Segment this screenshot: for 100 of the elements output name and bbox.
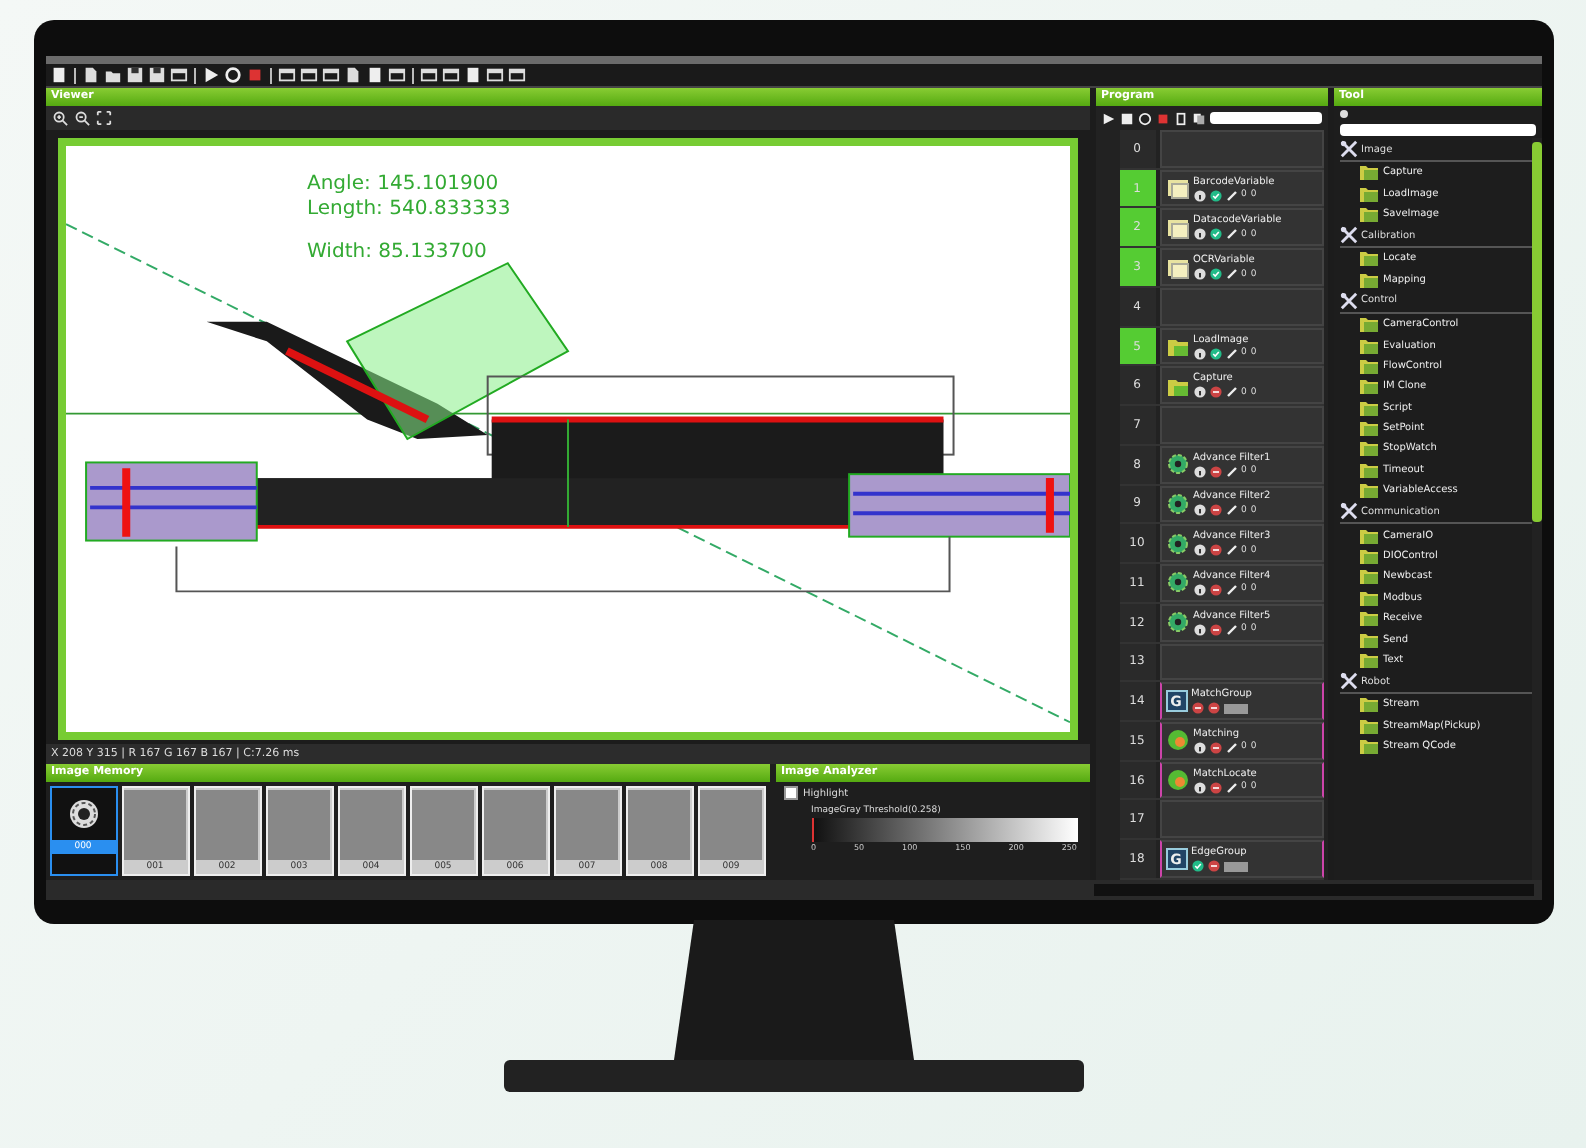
folder-icon[interactable] [1359, 589, 1377, 606]
pencil-icon[interactable] [1225, 347, 1237, 360]
info-icon[interactable] [1193, 465, 1205, 478]
pencil-icon[interactable] [1225, 386, 1237, 399]
pencil-icon[interactable] [1225, 189, 1237, 202]
info-icon[interactable] [1193, 386, 1205, 399]
page-icon[interactable] [365, 66, 383, 84]
folder-icon[interactable] [1359, 717, 1377, 734]
pencil-icon[interactable] [1225, 504, 1237, 517]
circle-icon[interactable] [1137, 111, 1151, 125]
info-icon[interactable] [1193, 583, 1205, 596]
window-icon[interactable] [321, 66, 339, 84]
group-button[interactable] [1223, 861, 1247, 872]
folder-icon[interactable] [1359, 548, 1377, 565]
folder-icon[interactable] [1359, 631, 1377, 648]
check-icon[interactable] [1209, 347, 1221, 360]
folder-icon[interactable] [1359, 357, 1377, 374]
minus-icon[interactable] [1209, 623, 1221, 636]
window-icon[interactable] [387, 66, 405, 84]
gear-icon[interactable] [1165, 610, 1189, 635]
pencil-icon[interactable] [1225, 268, 1237, 281]
play-icon[interactable] [1101, 111, 1115, 125]
search-field[interactable] [1339, 124, 1535, 136]
folder-icon[interactable] [1359, 164, 1377, 181]
window-icon[interactable] [441, 66, 459, 84]
check-icon[interactable] [1191, 860, 1203, 873]
save-icon[interactable] [125, 66, 143, 84]
info-icon[interactable] [1193, 504, 1205, 517]
info-icon[interactable] [1193, 781, 1205, 794]
gear-icon[interactable] [1165, 491, 1189, 516]
info-icon[interactable] [1193, 741, 1205, 754]
tools-icon[interactable] [1339, 226, 1357, 245]
gear-icon[interactable] [1165, 452, 1189, 477]
gear-icon[interactable] [1165, 531, 1189, 556]
folder-icon[interactable] [1359, 378, 1377, 395]
folder-icon[interactable] [1359, 652, 1377, 668]
folder-icon[interactable] [1359, 610, 1377, 627]
pencil-icon[interactable] [1225, 544, 1237, 557]
scrollbar[interactable] [1531, 138, 1541, 880]
minus-icon[interactable] [1209, 465, 1221, 478]
pencil-icon[interactable] [1225, 623, 1237, 636]
minus-icon[interactable] [1209, 544, 1221, 557]
window-icon[interactable] [419, 66, 437, 84]
folder-icon[interactable] [1359, 337, 1377, 354]
folder-icon[interactable] [1359, 271, 1377, 288]
minus-icon[interactable] [1207, 702, 1219, 715]
minus-icon[interactable] [1207, 860, 1219, 873]
check-icon[interactable] [1209, 189, 1221, 202]
folder-icon[interactable] [1359, 568, 1377, 585]
minus-icon[interactable] [1209, 583, 1221, 596]
folder-icon[interactable] [1359, 696, 1377, 713]
copy-icon[interactable] [1191, 111, 1205, 125]
search-field[interactable] [1209, 112, 1321, 124]
info-icon[interactable] [1193, 623, 1205, 636]
note-icon[interactable] [1165, 255, 1189, 280]
minus-icon[interactable] [1191, 702, 1203, 715]
folder-icon[interactable] [1359, 250, 1377, 267]
folder-icon[interactable] [1359, 420, 1377, 437]
page-icon[interactable] [1173, 111, 1187, 125]
check-icon[interactable] [1209, 268, 1221, 281]
info-icon[interactable] [1193, 268, 1205, 281]
page-icon[interactable] [49, 66, 67, 84]
page-icon[interactable] [463, 66, 481, 84]
minus-icon[interactable] [1209, 781, 1221, 794]
pencil-icon[interactable] [1225, 465, 1237, 478]
minus-icon[interactable] [1209, 741, 1221, 754]
pencil-icon[interactable] [1225, 781, 1237, 794]
window-icon[interactable] [299, 66, 317, 84]
window-icon[interactable] [277, 66, 295, 84]
note-icon[interactable] [1165, 176, 1189, 201]
folder-icon[interactable] [1359, 461, 1377, 478]
fit-icon[interactable] [95, 110, 111, 126]
folder-icon[interactable] [1165, 334, 1189, 359]
pencil-icon[interactable] [1225, 741, 1237, 754]
scrollbar-thumb[interactable] [1531, 142, 1541, 522]
checkbox[interactable] [783, 786, 797, 800]
check-icon[interactable] [1209, 228, 1221, 241]
info-icon[interactable] [1193, 189, 1205, 202]
folder-icon[interactable] [1359, 316, 1377, 333]
folder-icon[interactable] [1359, 205, 1377, 222]
tools-icon[interactable] [1339, 140, 1357, 158]
window-icon[interactable] [485, 66, 503, 84]
pin-icon[interactable] [1339, 110, 1347, 118]
circle-icon[interactable] [223, 66, 241, 84]
folder-icon[interactable] [1359, 185, 1377, 202]
folder-icon[interactable] [1359, 399, 1377, 416]
save-icon[interactable] [147, 66, 165, 84]
pencil-icon[interactable] [1225, 228, 1237, 241]
folder-icon[interactable] [1359, 738, 1377, 755]
zoom-out-icon[interactable] [73, 110, 89, 126]
window-icon[interactable] [507, 66, 525, 84]
gear-icon[interactable] [1165, 570, 1189, 595]
stop-icon[interactable] [1119, 111, 1133, 125]
window-icon[interactable] [169, 66, 187, 84]
pencil-icon[interactable] [1225, 583, 1237, 596]
folder-icon[interactable] [1359, 440, 1377, 457]
zoom-in-icon[interactable] [51, 110, 67, 126]
tools-icon[interactable] [1339, 291, 1357, 310]
minus-icon[interactable] [1209, 504, 1221, 517]
info-icon[interactable] [1193, 228, 1205, 241]
